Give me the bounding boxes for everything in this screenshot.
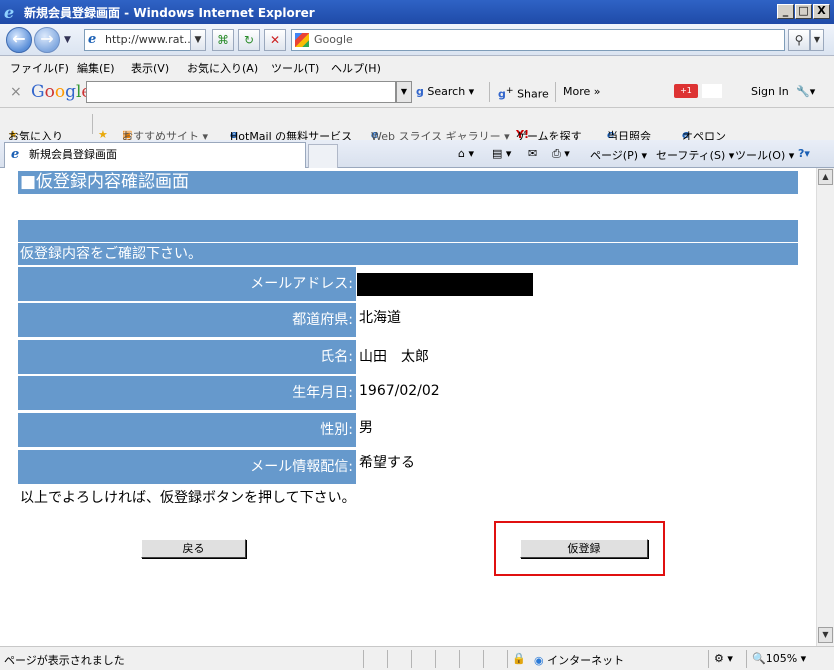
- menu-bar: ファイル(F) 編集(E) 表示(V) お気に入り(A) ツール(T) ヘルプ(…: [0, 56, 834, 78]
- search-options-icon[interactable]: ▼: [810, 29, 824, 51]
- gender-value: 男: [359, 420, 373, 436]
- zoom-level[interactable]: 🔍105% ▾: [752, 652, 806, 665]
- close-window-button[interactable]: X: [813, 4, 830, 19]
- minimize-button[interactable]: _: [777, 4, 794, 19]
- feeds-icon[interactable]: ▤ ▾: [492, 147, 511, 160]
- email-value-redacted: [357, 273, 533, 296]
- help-icon[interactable]: ?▾: [798, 147, 810, 160]
- forward-button[interactable]: →: [34, 27, 60, 53]
- compatibility-view-icon[interactable]: ⌘: [212, 29, 234, 51]
- tab-bar: e 新規会員登録画面 ⌂ ▾ ▤ ▾ ✉ ⎙ ▾ ページ(P) ▾ セーフティ(…: [0, 140, 834, 168]
- google-share-button[interactable]: g+ Share: [498, 85, 549, 101]
- address-bar[interactable]: e http://www.rat...: [84, 29, 206, 51]
- google-toolbar-dropdown-icon[interactable]: ▼: [396, 81, 412, 103]
- google-toolbar-search-input[interactable]: [86, 81, 396, 103]
- search-input[interactable]: Google: [291, 29, 785, 51]
- tab-e-icon: e: [11, 147, 20, 162]
- mail-icon[interactable]: ✉: [528, 147, 537, 160]
- google-search-button[interactable]: g Search ▾: [416, 85, 474, 98]
- window-title: 新規会員登録画面 - Windows Internet Explorer: [24, 6, 315, 20]
- safety-menu[interactable]: セーフティ(S) ▾: [656, 147, 734, 163]
- name-label: 氏名:: [18, 340, 356, 374]
- menu-edit[interactable]: 編集(E): [77, 60, 115, 76]
- gender-label: 性別:: [18, 413, 356, 447]
- menu-favorites[interactable]: お気に入り(A): [187, 60, 258, 76]
- page-title: ■仮登録内容確認画面: [18, 171, 798, 194]
- scroll-down-icon[interactable]: ▼: [818, 627, 833, 643]
- header-spacer-bar: [18, 220, 798, 242]
- plus-one-badge[interactable]: +1: [674, 84, 698, 98]
- search-placeholder: Google: [314, 33, 353, 46]
- home-icon[interactable]: ⌂ ▾: [458, 147, 474, 160]
- google-toolbar: × Google ▼ g Search ▾ g+ Share More » +1…: [0, 78, 834, 108]
- birthdate-label: 生年月日:: [18, 376, 356, 410]
- menu-view[interactable]: 表示(V): [131, 60, 169, 76]
- vertical-scrollbar[interactable]: ▲ ▼: [816, 168, 834, 646]
- navigation-bar: ← → ▼ e http://www.rat... ▼ ⌘ ↻ ✕ Google…: [0, 24, 834, 56]
- page-menu[interactable]: ページ(P) ▾: [590, 147, 647, 163]
- search-button[interactable]: ⚲: [788, 29, 810, 51]
- google-more-button[interactable]: More »: [563, 85, 601, 98]
- ie-logo-icon: e: [4, 3, 15, 22]
- page-content: ■仮登録内容確認画面 仮登録内容をご確認下さい。 メールアドレス: 都道府県: …: [0, 168, 816, 646]
- tab-title: 新規会員登録画面: [29, 148, 117, 161]
- birthdate-value: 1967/02/02: [359, 383, 440, 399]
- menu-help[interactable]: ヘルプ(H): [331, 60, 381, 76]
- tools-menu[interactable]: ツール(O) ▾: [735, 147, 794, 163]
- address-dropdown-icon[interactable]: ▼: [190, 29, 206, 51]
- notification-box: [702, 84, 722, 98]
- page-e-icon: e: [88, 32, 97, 47]
- history-dropdown-icon[interactable]: ▼: [64, 35, 71, 45]
- stop-icon[interactable]: ✕: [264, 29, 286, 51]
- menu-file[interactable]: ファイル(F): [10, 60, 69, 76]
- google-signin-link[interactable]: Sign In: [751, 85, 789, 98]
- scroll-up-icon[interactable]: ▲: [818, 169, 833, 185]
- confirmation-note: 以上でよろしければ、仮登録ボタンを押して下さい。: [20, 490, 356, 506]
- page-subtitle: 仮登録内容をご確認下さい。: [18, 243, 798, 265]
- maximize-button[interactable]: □: [795, 4, 812, 19]
- refresh-icon[interactable]: ↻: [238, 29, 260, 51]
- internet-zone[interactable]: ◉ インターネット: [534, 652, 624, 668]
- print-icon[interactable]: ⎙ ▾: [552, 147, 570, 161]
- address-text: http://www.rat...: [105, 33, 195, 46]
- window-titlebar: e 新規会員登録画面 - Windows Internet Explorer _…: [0, 0, 834, 24]
- newsletter-label: メール情報配信:: [18, 450, 356, 484]
- status-bar: ページが表示されました 🔒 ◉ インターネット ⚙ ▾ 🔍105% ▾: [0, 646, 834, 670]
- favorites-bar: ★ お気に入り ★ ▣ おすすめサイト ▾ e HotMail の無料サービス …: [0, 108, 834, 143]
- prefecture-label: 都道府県:: [18, 303, 356, 337]
- tab-current[interactable]: e 新規会員登録画面: [4, 142, 306, 168]
- security-lock-icon[interactable]: 🔒: [512, 652, 526, 665]
- back-button[interactable]: ←: [6, 27, 32, 53]
- name-value: 山田 太郎: [359, 349, 429, 365]
- prefecture-value: 北海道: [359, 310, 401, 326]
- newsletter-value: 希望する: [359, 455, 415, 471]
- status-text: ページが表示されました: [4, 654, 125, 667]
- menu-tools[interactable]: ツール(T): [271, 60, 319, 76]
- google-toolbar-close-icon[interactable]: ×: [10, 84, 22, 100]
- globe-icon: ◉: [534, 654, 544, 667]
- back-page-button[interactable]: 戻る: [141, 539, 246, 558]
- google-logo: Google: [31, 82, 91, 102]
- protected-mode-icon[interactable]: ⚙ ▾: [714, 652, 733, 665]
- wrench-icon[interactable]: 🔧▾: [796, 85, 815, 98]
- google-search-icon: [295, 33, 309, 47]
- new-tab-button[interactable]: [308, 144, 338, 168]
- register-button[interactable]: 仮登録: [520, 539, 648, 558]
- email-label: メールアドレス:: [18, 267, 356, 301]
